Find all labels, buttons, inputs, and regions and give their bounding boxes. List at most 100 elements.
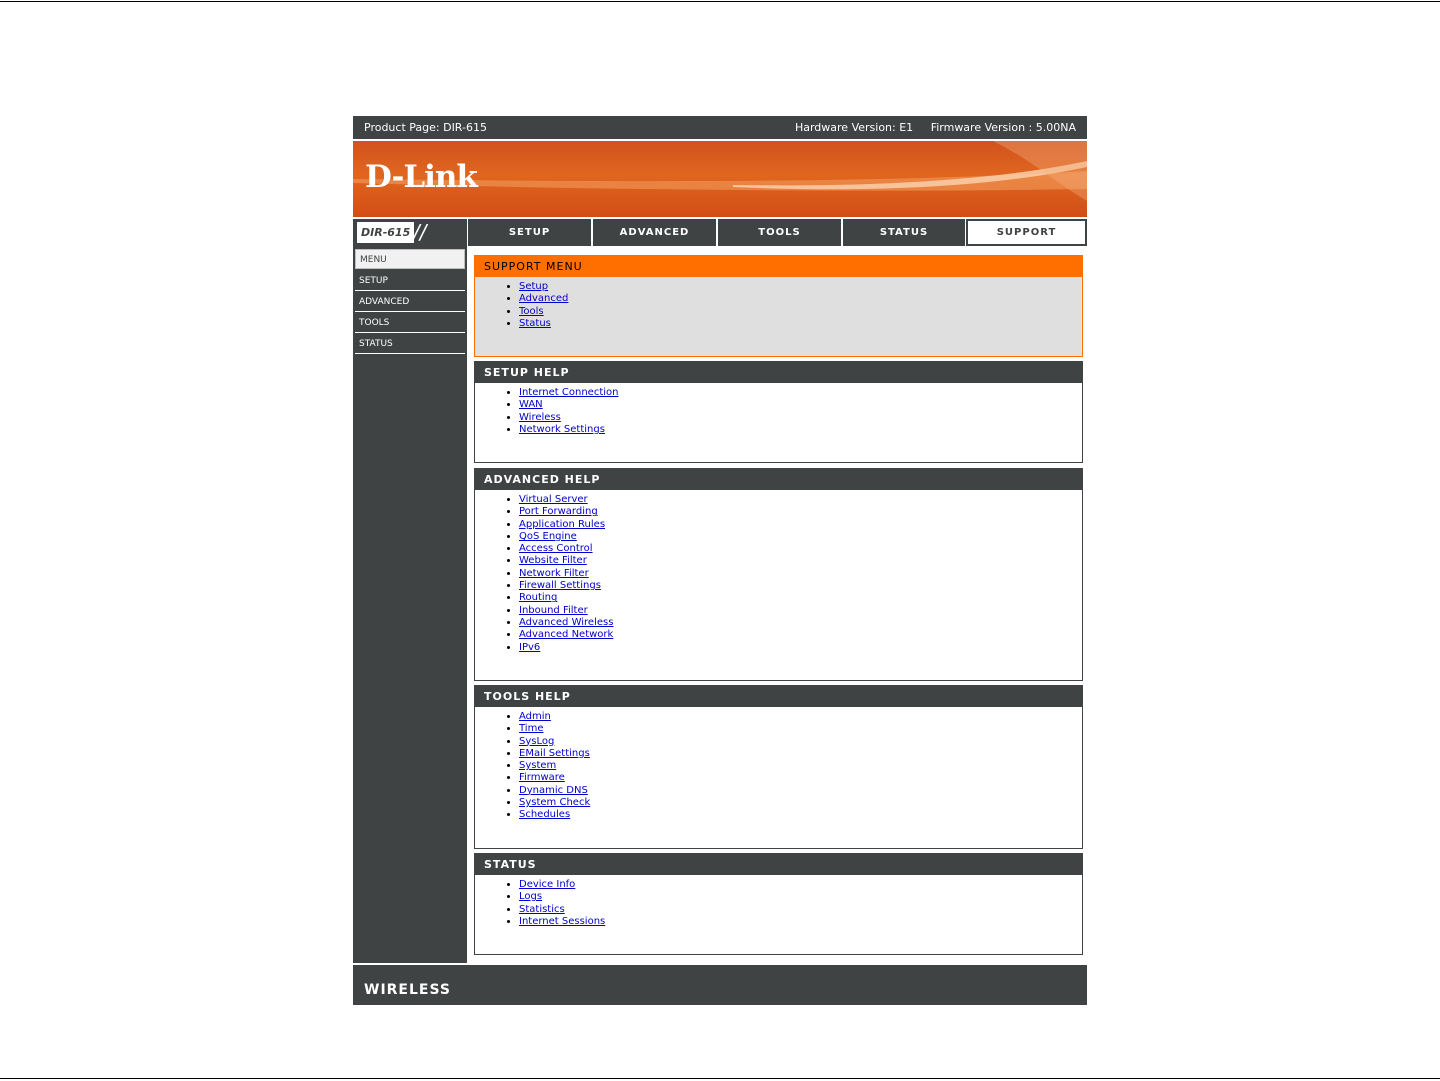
link-ipv6[interactable]: IPv6 bbox=[519, 642, 540, 653]
support-menu-list: Setup Advanced Tools Status bbox=[475, 281, 1082, 330]
link-firewall-settings[interactable]: Firewall Settings bbox=[519, 580, 601, 591]
link-application-rules[interactable]: Application Rules bbox=[519, 519, 605, 530]
link-advanced-wireless[interactable]: Advanced Wireless bbox=[519, 617, 613, 628]
link-wan[interactable]: WAN bbox=[519, 399, 543, 410]
tools-help-panel: TOOLS HELP Admin Time SysLog EMail Setti… bbox=[474, 685, 1083, 849]
sidebar-item-advanced[interactable]: ADVANCED bbox=[355, 292, 465, 312]
list-item: Logs bbox=[519, 891, 1082, 903]
top-info-bar: Product Page: DIR-615 Hardware Version: … bbox=[353, 116, 1087, 139]
link-internet-sessions[interactable]: Internet Sessions bbox=[519, 916, 605, 927]
tab-tools[interactable]: TOOLS bbox=[718, 219, 841, 246]
list-item: Access Control bbox=[519, 543, 1082, 555]
link-network-filter[interactable]: Network Filter bbox=[519, 568, 589, 579]
list-item: Advanced Network bbox=[519, 629, 1082, 641]
list-item: Routing bbox=[519, 592, 1082, 604]
tab-status[interactable]: STATUS bbox=[843, 219, 965, 246]
list-item: Network Filter bbox=[519, 568, 1082, 580]
list-item: Schedules bbox=[519, 809, 1082, 821]
list-item: System bbox=[519, 760, 1082, 772]
advanced-help-title: ADVANCED HELP bbox=[475, 469, 1082, 490]
link-advanced-network[interactable]: Advanced Network bbox=[519, 629, 613, 640]
link-qos-engine[interactable]: QoS Engine bbox=[519, 531, 577, 542]
link-firmware[interactable]: Firmware bbox=[519, 772, 565, 783]
setup-help-title: SETUP HELP bbox=[475, 362, 1082, 383]
link-advanced[interactable]: Advanced bbox=[519, 293, 568, 304]
list-item: QoS Engine bbox=[519, 531, 1082, 543]
list-item: Device Info bbox=[519, 879, 1082, 891]
list-item: Status bbox=[519, 318, 1082, 330]
list-item: Dynamic DNS bbox=[519, 785, 1082, 797]
link-system-check[interactable]: System Check bbox=[519, 797, 590, 808]
link-inbound-filter[interactable]: Inbound Filter bbox=[519, 605, 588, 616]
list-item: Application Rules bbox=[519, 519, 1082, 531]
link-routing[interactable]: Routing bbox=[519, 592, 557, 603]
sidebar-item-setup[interactable]: SETUP bbox=[355, 271, 465, 291]
list-item: Internet Connection bbox=[519, 387, 1082, 399]
link-port-forwarding[interactable]: Port Forwarding bbox=[519, 506, 598, 517]
router-ui-frame: Product Page: DIR-615 Hardware Version: … bbox=[353, 116, 1087, 1005]
status-title: STATUS bbox=[475, 854, 1082, 875]
support-menu-panel: SUPPORT MENU Setup Advanced Tools Status bbox=[474, 255, 1083, 357]
tools-help-title: TOOLS HELP bbox=[475, 686, 1082, 707]
list-item: Advanced Wireless bbox=[519, 617, 1082, 629]
firmware-version: Firmware Version : 5.00NA bbox=[930, 121, 1076, 134]
link-setup[interactable]: Setup bbox=[519, 281, 548, 292]
link-virtual-server[interactable]: Virtual Server bbox=[519, 494, 588, 505]
sidebar-item-status[interactable]: STATUS bbox=[355, 334, 465, 354]
list-item: Inbound Filter bbox=[519, 605, 1082, 617]
link-tools[interactable]: Tools bbox=[519, 306, 544, 317]
link-access-control[interactable]: Access Control bbox=[519, 543, 593, 554]
link-admin[interactable]: Admin bbox=[519, 711, 551, 722]
main-nav: DIR-615 // SETUP ADVANCED TOOLS STATUS S… bbox=[353, 219, 1087, 246]
link-website-filter[interactable]: Website Filter bbox=[519, 555, 587, 566]
link-network-settings[interactable]: Network Settings bbox=[519, 424, 605, 435]
support-menu-title: SUPPORT MENU bbox=[475, 256, 1082, 277]
slash-icon: // bbox=[413, 220, 427, 244]
list-item: Internet Sessions bbox=[519, 916, 1082, 928]
tab-advanced[interactable]: ADVANCED bbox=[593, 219, 716, 246]
link-device-info[interactable]: Device Info bbox=[519, 879, 575, 890]
footer-bar: WIRELESS bbox=[353, 963, 1087, 1005]
link-statistics[interactable]: Statistics bbox=[519, 904, 565, 915]
setup-help-list: Internet Connection WAN Wireless Network… bbox=[475, 387, 1082, 436]
sidebar-item-tools[interactable]: TOOLS bbox=[355, 313, 465, 333]
tab-setup[interactable]: SETUP bbox=[468, 219, 591, 246]
list-item: Network Settings bbox=[519, 424, 1082, 436]
list-item: Website Filter bbox=[519, 555, 1082, 567]
list-item: IPv6 bbox=[519, 642, 1082, 654]
page-bottom-rule bbox=[0, 1078, 1440, 1079]
setup-help-panel: SETUP HELP Internet Connection WAN Wirel… bbox=[474, 361, 1083, 463]
link-logs[interactable]: Logs bbox=[519, 891, 542, 902]
model-label: DIR-615 bbox=[357, 222, 414, 243]
link-wireless[interactable]: Wireless bbox=[519, 412, 561, 423]
list-item: Admin bbox=[519, 711, 1082, 723]
advanced-help-list: Virtual Server Port Forwarding Applicati… bbox=[475, 494, 1082, 654]
list-item: Wireless bbox=[519, 412, 1082, 424]
sidebar-item-menu[interactable]: MENU bbox=[355, 249, 465, 269]
status-panel: STATUS Device Info Logs Statistics Inter… bbox=[474, 853, 1083, 955]
tab-support[interactable]: SUPPORT bbox=[966, 219, 1087, 246]
link-system[interactable]: System bbox=[519, 760, 556, 771]
status-list: Device Info Logs Statistics Internet Ses… bbox=[475, 879, 1082, 928]
link-internet-connection[interactable]: Internet Connection bbox=[519, 387, 618, 398]
list-item: EMail Settings bbox=[519, 748, 1082, 760]
wireless-brand-logo: WIRELESS bbox=[364, 982, 452, 998]
list-item: Time bbox=[519, 723, 1082, 735]
link-email-settings[interactable]: EMail Settings bbox=[519, 748, 590, 759]
link-dynamic-dns[interactable]: Dynamic DNS bbox=[519, 785, 588, 796]
link-status[interactable]: Status bbox=[519, 318, 551, 329]
model-badge: DIR-615 // bbox=[353, 219, 467, 246]
list-item: Firmware bbox=[519, 772, 1082, 784]
list-item: Port Forwarding bbox=[519, 506, 1082, 518]
list-item: WAN bbox=[519, 399, 1082, 411]
link-schedules[interactable]: Schedules bbox=[519, 809, 570, 820]
list-item: Setup bbox=[519, 281, 1082, 293]
list-item: Tools bbox=[519, 306, 1082, 318]
list-item: Virtual Server bbox=[519, 494, 1082, 506]
link-syslog[interactable]: SysLog bbox=[519, 736, 554, 747]
advanced-help-panel: ADVANCED HELP Virtual Server Port Forwar… bbox=[474, 468, 1083, 681]
list-item: System Check bbox=[519, 797, 1082, 809]
list-item: Firewall Settings bbox=[519, 580, 1082, 592]
link-time[interactable]: Time bbox=[519, 723, 543, 734]
list-item: SysLog bbox=[519, 736, 1082, 748]
